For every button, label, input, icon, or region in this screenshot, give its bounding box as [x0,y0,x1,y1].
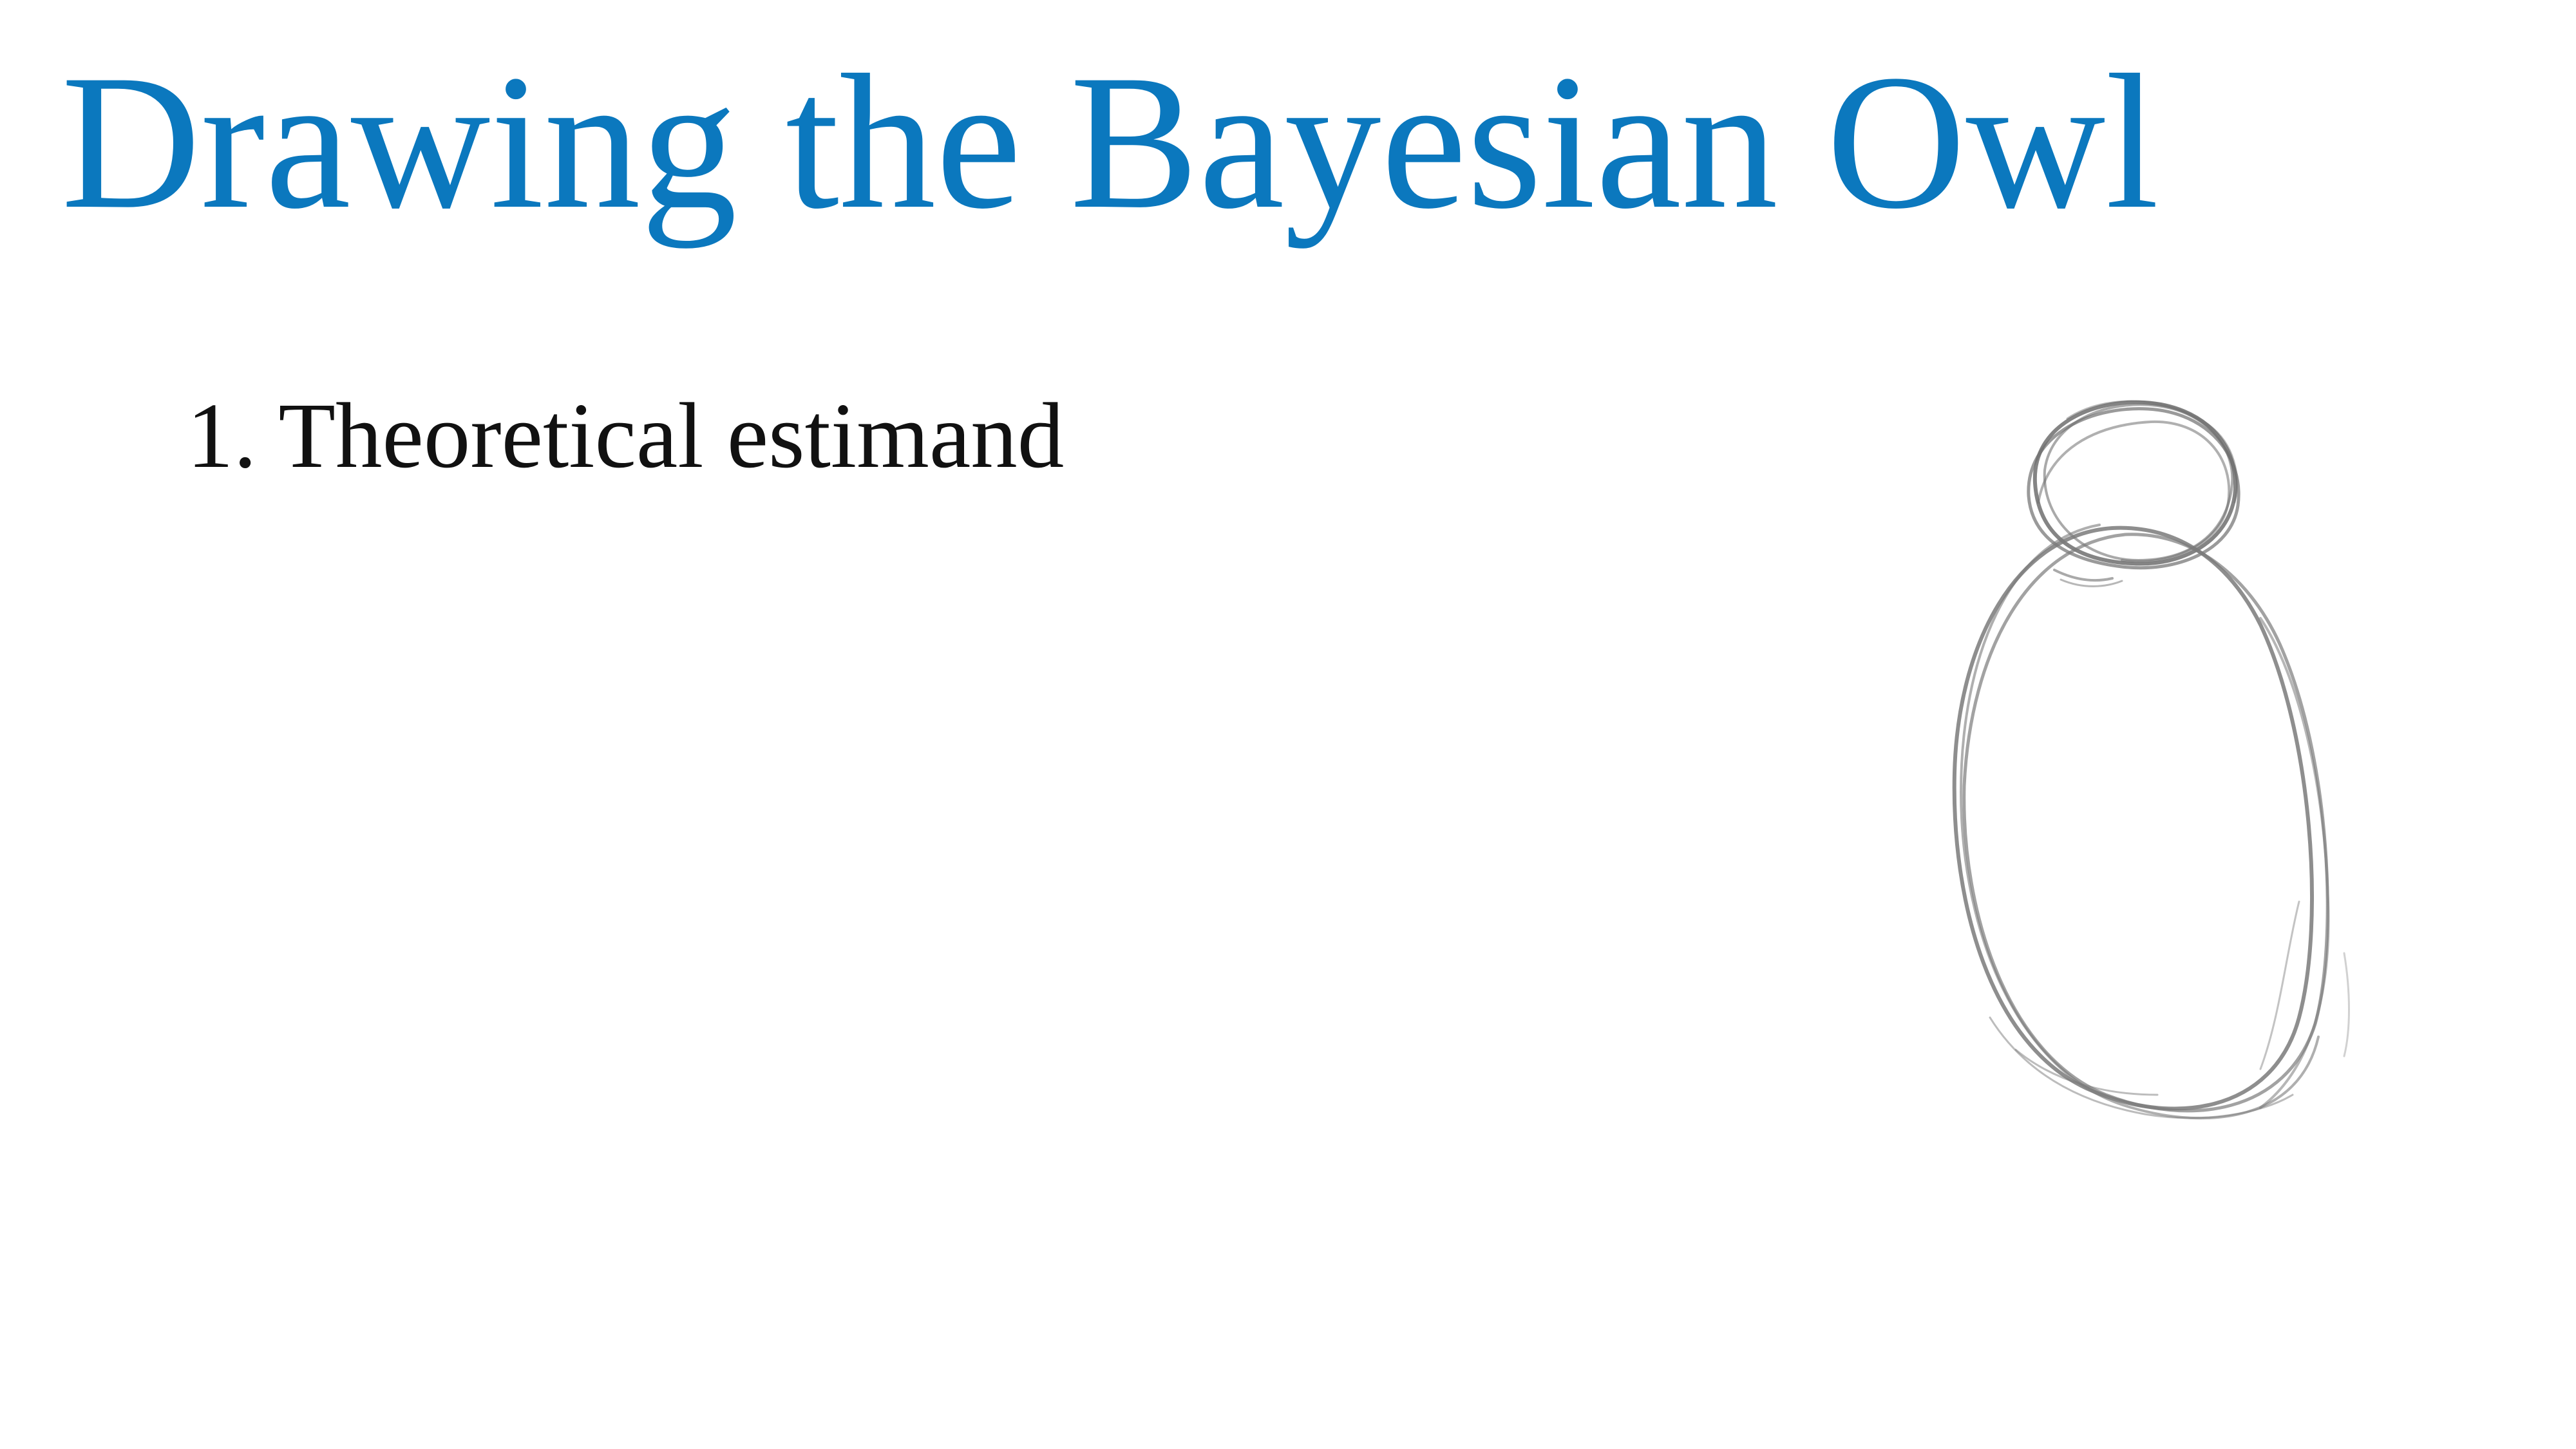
owl-sketch-icon [1952,400,2350,1120]
owl-neck-marks [2053,569,2123,587]
step-list: 1. Theoretical estimand [187,380,1064,492]
owl-body-sketch [1952,524,2350,1120]
step-label: Theoretical estimand [278,384,1065,488]
slide-title: Drawing the Bayesian Owl [61,35,2159,249]
list-item: 1. Theoretical estimand [187,380,1064,492]
step-number: 1. [187,384,257,488]
slide: Drawing the Bayesian Owl 1. Theoretical … [0,0,2576,1449]
